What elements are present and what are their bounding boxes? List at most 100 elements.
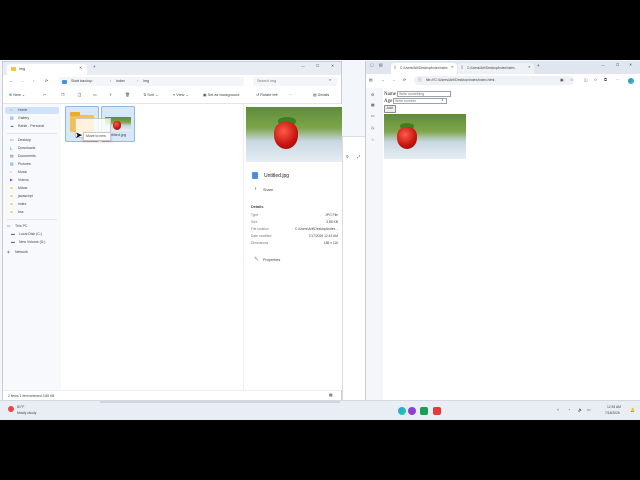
browser-tab-2[interactable]: ▯ C:/Users/Arif/Desktop/index/index. ✕ [458,63,534,74]
favorites-icon[interactable]: ✩ [594,78,597,83]
breadcrumb-item-backup[interactable]: Start backup [71,79,92,84]
close-icon[interactable]: ✕ [79,66,82,71]
minimize-button[interactable]: — [301,64,305,69]
weather-desc[interactable]: Mostly cloudy [17,411,36,415]
breadcrumb[interactable]: Start backup › index › img [59,77,244,86]
explorer-tab[interactable]: img ✕ [7,64,87,75]
sidebar-item-downloads[interactable]: ⤓ Downloads [5,145,59,152]
new-tab-button[interactable]: + [537,63,540,69]
delete-icon[interactable]: 🗑 [125,93,130,98]
sidebar-item-bss[interactable]: ▰ bss [5,209,59,216]
share-icon[interactable]: ⇪ [109,93,112,98]
sidebar-item-music[interactable]: ♪ Music [5,169,59,176]
sidebar-item-index[interactable]: ▰ index [5,201,59,208]
name-input[interactable]: Write something [397,91,451,97]
clock-time[interactable]: 12:53 AM [607,405,621,409]
tab-actions-icon[interactable]: ▢ [370,63,374,68]
breadcrumb-item-index[interactable]: index [116,79,125,84]
forward-arrow-icon[interactable]: → [21,79,25,84]
rename-icon[interactable]: ▭ [93,93,97,98]
notification-icon[interactable]: 🔔 [630,408,635,413]
set-background-button[interactable]: ▣ Set as background [203,93,239,98]
share-label[interactable]: Share [263,188,273,193]
copy-icon[interactable]: ❐ [61,93,64,98]
network-icon[interactable]: ◔ [568,408,570,413]
rotate-left-button[interactable]: ↺ Rotate left [256,93,278,98]
weather-temp[interactable]: 81°F [17,405,24,410]
vertical-tabs-icon[interactable]: ▥ [379,63,383,68]
history-icon[interactable]: ▦ [371,103,375,108]
more-options-icon[interactable]: ··· [616,78,620,83]
app-purple-icon[interactable] [408,407,416,415]
cut-icon[interactable]: ✂ [43,93,46,98]
close-icon[interactable]: ✕ [528,65,531,69]
sidebar-item-mdow[interactable]: ▰ Mdow [5,185,59,192]
sidebar-toggle-icon[interactable]: ▤ [369,78,373,83]
sidebar-item-network[interactable]: ◈ Network [5,249,59,256]
sidebar-item-this-pc[interactable]: ▭ This PC [5,223,59,230]
sidebar-item-desktop[interactable]: ▭ Desktop [5,137,59,144]
copilot-icon[interactable] [628,78,634,84]
excel-icon[interactable] [420,407,428,415]
sidebar-item-documents[interactable]: ▤ Documents [5,153,59,160]
weather-icon[interactable] [8,406,14,412]
app-red-icon[interactable] [433,407,441,415]
reader-icon[interactable]: ▣ [560,78,564,83]
url-text[interactable]: file:///C:/Users/Arif/Desktop/index/inde… [426,78,494,83]
maximize-button[interactable]: ☐ [316,64,319,69]
refresh-icon[interactable]: ⟳ [403,78,406,83]
new-button[interactable]: ⊕ New ⌄ [9,93,25,98]
details-button[interactable]: ▤ Details [313,93,329,98]
collections-icon[interactable]: ⧉ [604,78,607,83]
expand-icon[interactable]: ⤢ [357,155,360,160]
back-arrow-icon[interactable]: ← [9,79,13,84]
clock-date[interactable]: 7/18/2026 [605,411,620,415]
sidebar-item-new-volume-d[interactable]: ▬ New Volume (D:) [5,239,59,246]
split-screen-icon[interactable]: ◫ [584,78,588,83]
filter-icon[interactable]: ⚲ [346,155,349,160]
search-input[interactable]: Search img ⌕ [253,77,337,86]
window-close-button[interactable]: ✕ [629,63,632,68]
browser-tab-active[interactable]: ▯ C:/Users/Arif/Desktop/index/index ✕ [391,63,457,74]
volume-icon[interactable]: 🔈 [578,408,583,413]
file-explorer-window: img ✕ + — ☐ ✕ ← → ↑ ⟳ Start backup › ind… [2,61,342,402]
new-tab-button[interactable]: + [93,64,96,70]
add-button[interactable]: Add [384,105,396,113]
stepper-icon[interactable]: ⇕ [441,99,444,102]
tabs-icon[interactable]: ⚙ [371,93,374,98]
view-button[interactable]: ≡ View ⌄ [173,93,189,98]
close-icon[interactable]: ✕ [451,65,454,69]
sort-button[interactable]: ⇅ Sort ⌄ [143,93,158,98]
sidebar-item-videos[interactable]: ▶ Videos [5,177,59,184]
breadcrumb-item-img[interactable]: img [143,79,149,84]
forward-arrow-icon[interactable]: → [392,78,396,83]
clock-icon[interactable]: ◷ [371,126,374,131]
sidebar-item-gallery[interactable]: ▨ Gallery [5,115,59,122]
sidebar-item-javascript[interactable]: ▰ javascript [5,193,59,200]
refresh-icon[interactable]: ⟳ [45,79,48,84]
paste-icon[interactable]: 📋 [77,93,82,98]
maximize-button[interactable]: ☐ [616,63,619,68]
more-options-icon[interactable]: ··· [289,93,293,98]
window-close-button[interactable]: ✕ [331,64,334,69]
chevron-up-icon[interactable]: ˄ [557,408,559,413]
share-icon[interactable]: ⇪ [254,187,257,192]
up-arrow-icon[interactable]: ↑ [33,79,35,84]
disk-icon: ▬ [11,231,15,236]
sidebar-item-rahib-personal[interactable]: ☁ Rahib - Personal [5,123,59,130]
battery-icon[interactable]: ▭ [587,408,591,413]
minimize-button[interactable]: — [601,63,605,68]
view-toggle-icon[interactable]: ▦ [329,393,333,398]
properties-label[interactable]: Properties [263,258,280,263]
star-icon[interactable]: ☆ [570,78,573,83]
sidebar-item-home[interactable]: ⌂ Home [5,107,59,114]
sidebar-item-local-disk-c[interactable]: ▬ Local Disk (C:) [5,231,59,238]
bag-icon[interactable]: ▭ [371,114,375,119]
star-icon[interactable]: ☆ [371,138,374,143]
age-input[interactable]: Write number ⇕ [393,98,447,104]
back-arrow-icon[interactable]: ← [381,78,385,83]
edge-icon[interactable] [398,407,406,415]
properties-icon[interactable]: 🔧 [254,257,259,262]
sidebar-item-pictures[interactable]: ▨ Pictures [5,161,59,168]
url-bar[interactable]: ⓘ file:///C:/Users/Arif/Desktop/index/in… [414,76,574,85]
